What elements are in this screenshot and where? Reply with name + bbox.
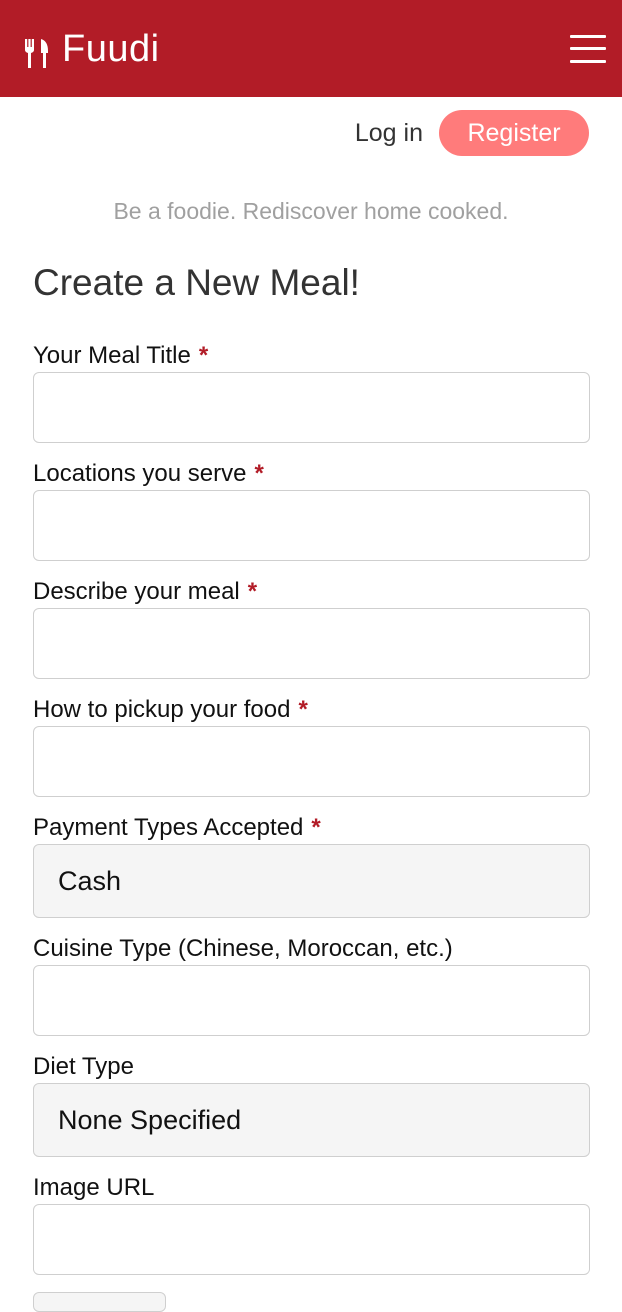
brand-name: Fuudi — [62, 27, 160, 70]
required-marker: * — [247, 578, 258, 605]
diet-type-select[interactable]: None Specified — [33, 1083, 590, 1157]
diet-type-label: Diet Type — [33, 1053, 134, 1080]
tagline: Be a foodie. Rediscover home cooked. — [113, 198, 509, 224]
create-meal-form: Your Meal Title * Locations you serve * De… — [33, 340, 590, 1290]
fork-knife-icon — [25, 38, 48, 68]
pickup-label: How to pickup your food * — [33, 696, 308, 723]
description-input[interactable] — [33, 608, 590, 679]
cuisine-type-input[interactable] — [33, 965, 590, 1036]
auth-links: Log in Register — [355, 110, 589, 156]
brand-link[interactable]: Fuudi — [24, 29, 160, 69]
payment-types-select[interactable]: Cash — [33, 844, 590, 918]
required-marker: * — [254, 460, 264, 487]
cuisine-type-label: Cuisine Type (Chinese, Moroccan, etc.) — [33, 935, 453, 962]
locations-label: Locations you serve * — [33, 460, 264, 487]
page-title: Create a New Meal! — [33, 262, 360, 303]
submit-button[interactable] — [33, 1292, 166, 1312]
image-url-label: Image URL — [33, 1174, 155, 1201]
image-url-input[interactable] — [33, 1204, 590, 1275]
hamburger-menu-icon[interactable] — [570, 34, 606, 63]
meal-title-label: Your Meal Title * — [33, 342, 209, 369]
description-label: Describe your meal * — [33, 578, 258, 605]
locations-input[interactable] — [33, 490, 590, 561]
payment-types-label: Payment Types Accepted * — [33, 814, 321, 841]
required-marker: * — [311, 814, 321, 841]
top-navbar: Fuudi — [0, 0, 622, 97]
pickup-input[interactable] — [33, 726, 590, 797]
required-marker: * — [298, 696, 308, 723]
meal-title-input[interactable] — [33, 372, 590, 443]
register-button[interactable]: Register — [439, 110, 589, 156]
required-marker: * — [198, 342, 209, 369]
login-link[interactable]: Log in — [355, 119, 423, 148]
